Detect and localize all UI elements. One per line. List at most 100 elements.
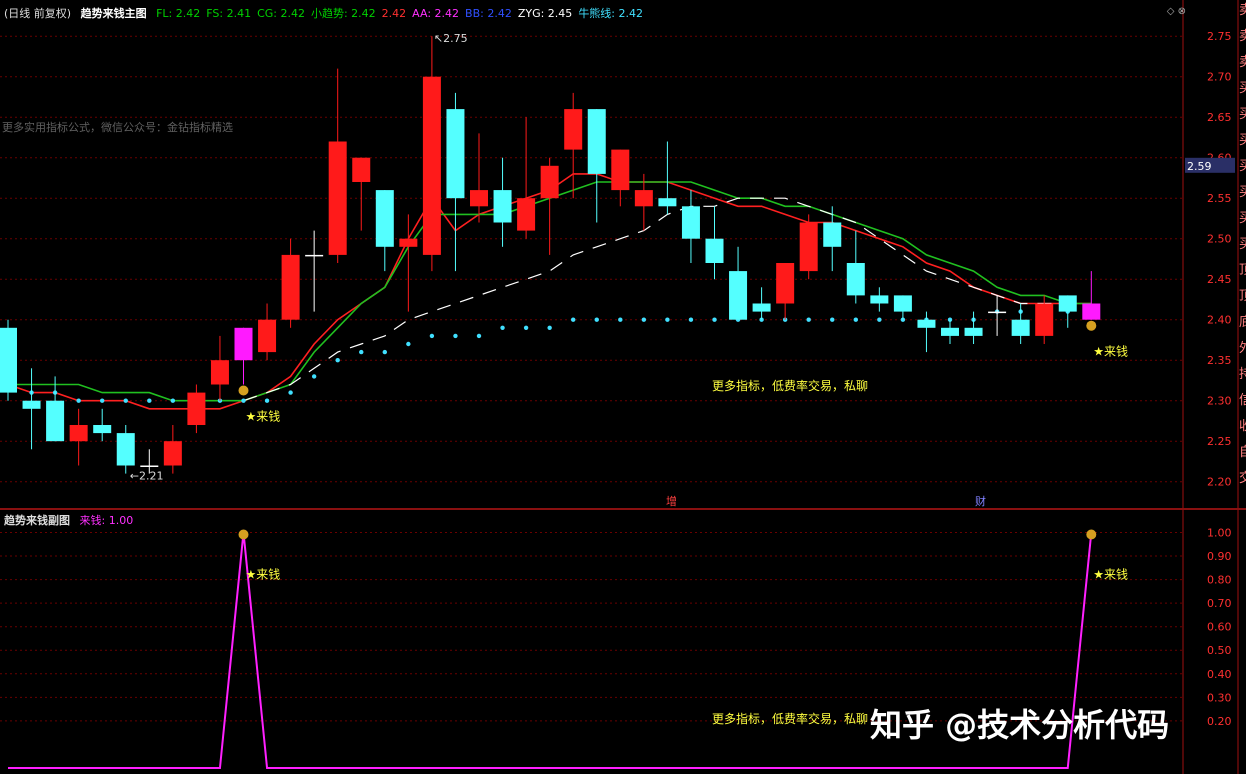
candle-body (328, 141, 347, 255)
support-dot (665, 317, 670, 322)
support-dot (288, 390, 293, 395)
support-dot (641, 317, 647, 322)
support-dot (429, 333, 435, 339)
y-tick-label: 2.45 (1207, 273, 1232, 286)
support-dot (147, 398, 152, 403)
support-dot (241, 398, 246, 403)
candle-body (422, 76, 441, 255)
header-field: BB: 2.42 (465, 7, 512, 20)
side-signal-char: 底 (1239, 314, 1246, 330)
y-tick-label: 2.75 (1207, 30, 1232, 43)
candle-body (140, 465, 159, 467)
candle-body (0, 327, 17, 393)
candle-body (399, 238, 418, 247)
y-tick-label: 2.25 (1207, 435, 1232, 448)
y-tick-label: 2.70 (1207, 71, 1232, 84)
candle-body (116, 433, 135, 466)
y-tick-label: 0.30 (1207, 691, 1232, 704)
marker-zeng: 增 (666, 494, 677, 508)
support-dot (123, 398, 128, 403)
candle-body (705, 238, 724, 263)
candle-body (776, 263, 795, 304)
y-tick-label: 2.35 (1207, 354, 1232, 367)
money-bag-icon (238, 385, 249, 396)
y-tick-label: 0.20 (1207, 715, 1232, 728)
left-note-text: 更多实用指标公式，微信公众号：金钻指标精选 (2, 120, 233, 134)
candle-body (46, 400, 65, 442)
candle-body (1035, 303, 1054, 336)
candle-body (1011, 319, 1030, 336)
window-controls[interactable]: ◇ ⊗ (1167, 6, 1186, 17)
current-price-label: 2.59 (1187, 160, 1212, 173)
side-signal-char: 外 (1239, 341, 1246, 356)
header-field: CG: 2.42 (257, 7, 305, 20)
side-signal-char: 交 (1239, 470, 1246, 486)
sub-header: 趋势来钱副图 来钱: 1.00 (4, 512, 139, 528)
y-tick-label: 0.40 (1207, 668, 1232, 681)
header-field: 小趋势: 2.42 (310, 7, 376, 20)
candle-body (917, 319, 936, 328)
period-label[interactable]: (日线 前复权) (4, 7, 71, 20)
diamond-icon[interactable]: ◇ (1167, 6, 1175, 17)
candle-body (893, 295, 912, 312)
zhihu-watermark: 知乎 @技术分析代码 (870, 706, 1170, 744)
candle-body (823, 222, 842, 247)
sub-promo-text: 更多指标，低费率交易，私聊 (712, 711, 868, 726)
candle-body (163, 441, 182, 466)
header-fields: FL: 2.42 FS: 2.41 CG: 2.42 小趋势: 2.42 2.42 AA:… (156, 7, 649, 20)
main-chart-canvas[interactable]: 2.202.252.302.352.402.452.502.552.602.65… (0, 0, 1246, 508)
support-dot (170, 398, 176, 403)
candle-body (729, 271, 748, 320)
sub-indicator-name[interactable]: 趋势来钱副图 (4, 514, 70, 527)
header-field: FL: 2.42 (156, 7, 201, 20)
close-icon[interactable]: ⊗ (1178, 6, 1186, 17)
candle-body (446, 109, 465, 199)
signal-label: ★来钱 (246, 566, 281, 581)
candle-body (564, 109, 583, 150)
main-chart-pane[interactable]: 2.202.252.302.352.402.452.502.552.602.65… (0, 0, 1246, 508)
candle-body (187, 392, 206, 425)
side-signal-char: 买 (1239, 81, 1246, 96)
side-signal-char: 买 (1239, 185, 1246, 200)
y-tick-label: 2.50 (1207, 233, 1232, 246)
candle-body (870, 295, 889, 304)
candle-body (281, 254, 300, 320)
money-bag-icon (238, 529, 249, 540)
header-field: ZYG: 2.45 (517, 7, 573, 20)
support-dot (877, 317, 882, 322)
candle-body (1082, 303, 1101, 320)
candle-body (846, 263, 865, 296)
money-bag-icon (1086, 320, 1097, 331)
header-field: AA: 2.42 (412, 7, 460, 20)
signal-label: ★来钱 (246, 409, 281, 424)
header-field: 牛熊线: 2.42 (578, 7, 644, 20)
y-tick-label: 0.60 (1207, 621, 1232, 634)
indicator-name[interactable]: 趋势来钱主图 (81, 7, 147, 20)
side-signal-char: 卖 (1239, 55, 1246, 70)
support-dot (853, 317, 858, 322)
support-dot (688, 317, 694, 322)
support-dot (618, 317, 623, 322)
candle-body (234, 327, 253, 361)
support-dot (264, 398, 270, 403)
side-signal-char: 自 (1239, 445, 1246, 460)
main-header: (日线 前复权) 趋势来钱主图 FL: 2.42 FS: 2.41 CG: 2.42… (4, 5, 655, 21)
candle-body (470, 190, 488, 207)
support-dot (382, 349, 387, 355)
support-dot (712, 317, 717, 322)
candle-body (22, 400, 41, 409)
support-dot (359, 349, 364, 355)
y-tick-label: 2.65 (1207, 111, 1232, 124)
side-signal-char: 持 (1239, 367, 1246, 382)
header-field: FS: 2.41 (206, 7, 252, 20)
side-signal-char: 卖 (1239, 3, 1246, 18)
candle-body (1058, 295, 1077, 312)
candle-body (305, 254, 324, 257)
y-tick-label: 2.55 (1207, 192, 1232, 205)
y-tick-label: 0.70 (1207, 597, 1232, 610)
candle-body (587, 109, 606, 174)
y-tick-label: 0.80 (1207, 574, 1232, 587)
candle-body (210, 360, 229, 385)
y-tick-label: 2.20 (1207, 476, 1232, 489)
support-dot (830, 317, 835, 322)
